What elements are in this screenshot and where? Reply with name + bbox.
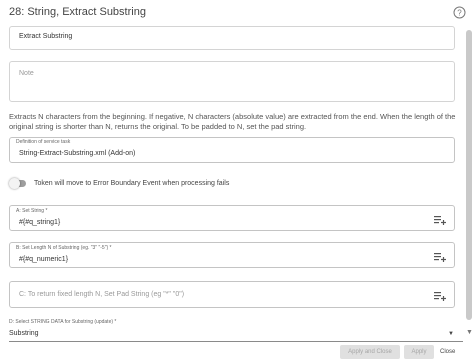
field-d-label: D: Select STRING DATA for Substring (upd… xyxy=(9,319,117,325)
field-b-value: #{#q_numeric1} xyxy=(19,256,69,263)
service-task-value: String-Extract-Substring.xml (Add-on) xyxy=(19,150,136,157)
dropdown-arrow-icon[interactable]: ▼ xyxy=(448,331,454,337)
insert-reference-icon[interactable] xyxy=(434,291,446,301)
close-button[interactable]: Close xyxy=(440,345,455,359)
error-boundary-label: Token will move to Error Boundary Event … xyxy=(34,180,230,187)
task-name-field[interactable]: Extract Substring xyxy=(9,26,455,50)
apply-button[interactable]: Apply xyxy=(404,345,434,359)
field-d-underline xyxy=(9,341,463,342)
service-task-label: Definition of service task xyxy=(16,139,71,145)
service-description: Extracts N characters from the beginning… xyxy=(9,112,456,131)
service-task-field[interactable]: Definition of service task String-Extrac… xyxy=(9,137,455,163)
scroll-down-arrow-icon[interactable]: ▼ xyxy=(466,329,473,336)
toggle-knob xyxy=(9,178,20,189)
error-boundary-toggle[interactable] xyxy=(9,178,26,189)
vertical-scrollbar[interactable]: ▼ xyxy=(464,26,474,345)
scrollbar-thumb[interactable] xyxy=(466,30,472,320)
field-b-label: B: Set Length N of Substring (eg. "3" "-… xyxy=(16,245,112,251)
field-a-value: #{#q_string1} xyxy=(19,219,61,226)
note-textarea[interactable]: Note xyxy=(9,61,455,102)
dialog-body: Extract Substring Note Extracts N charac… xyxy=(0,26,464,345)
svg-text:?: ? xyxy=(457,8,462,17)
note-placeholder: Note xyxy=(19,70,34,77)
dialog-title: 28: String, Extract Substring xyxy=(9,6,146,18)
task-name-value: Extract Substring xyxy=(19,33,73,40)
field-d-select[interactable]: Substring xyxy=(9,330,39,337)
field-a-label: A: Set String * xyxy=(16,208,48,214)
field-a-input[interactable]: A: Set String * #{#q_string1} xyxy=(9,205,455,231)
help-circle-icon[interactable]: ? xyxy=(453,6,466,19)
field-c-input[interactable]: C: To return fixed length N, Set Pad Str… xyxy=(9,281,455,308)
insert-reference-icon[interactable] xyxy=(434,252,446,262)
field-b-input[interactable]: B: Set Length N of Substring (eg. "3" "-… xyxy=(9,242,455,268)
field-c-placeholder: C: To return fixed length N, Set Pad Str… xyxy=(19,291,185,298)
dialog-header: 28: String, Extract Substring xyxy=(0,0,474,26)
apply-and-close-button[interactable]: Apply and Close xyxy=(340,345,400,359)
insert-reference-icon[interactable] xyxy=(434,215,446,225)
